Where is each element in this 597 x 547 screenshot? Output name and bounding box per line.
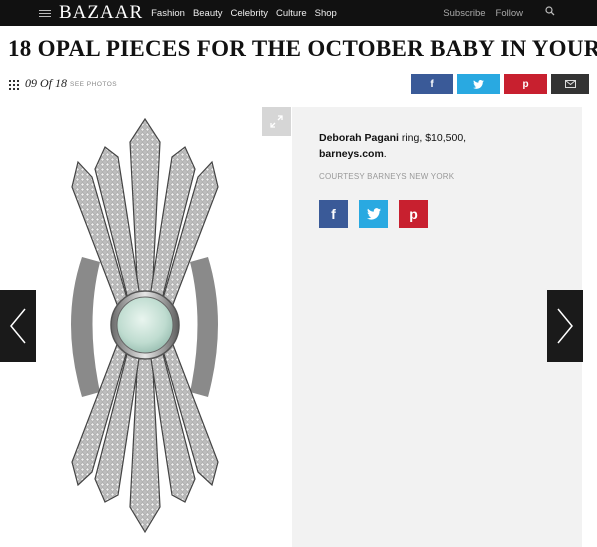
chevron-right-icon <box>557 308 573 344</box>
previous-slide-button[interactable] <box>0 290 36 362</box>
pinterest-icon: p <box>409 206 418 222</box>
hamburger-menu-icon[interactable] <box>39 9 51 17</box>
follow-link[interactable]: Follow <box>496 8 523 19</box>
email-share-button[interactable] <box>551 74 589 94</box>
twitter-share-button[interactable] <box>457 74 500 94</box>
nav-item-beauty[interactable]: Beauty <box>193 8 223 19</box>
nav-links: Fashion Beauty Celebrity Culture Shop <box>151 8 337 19</box>
subscribe-link[interactable]: Subscribe <box>443 8 485 19</box>
envelope-icon <box>564 80 576 88</box>
nav-item-celebrity[interactable]: Celebrity <box>231 8 269 19</box>
pinterest-share-button[interactable]: p <box>504 74 547 94</box>
top-nav: BAZAAR Fashion Beauty Celebrity Culture … <box>0 0 597 26</box>
retailer-link[interactable]: barneys.com <box>319 148 384 160</box>
fullscreen-button[interactable] <box>262 107 291 136</box>
gallery-image <box>0 107 291 547</box>
bazaar-logo[interactable]: BAZAAR <box>59 0 143 26</box>
caption-facebook-button[interactable]: f <box>319 200 348 228</box>
twitter-icon <box>366 208 381 220</box>
share-bar: f p <box>411 74 589 94</box>
caption-twitter-button[interactable] <box>359 200 388 228</box>
photo-credit: COURTESY BARNEYS NEW YORK <box>319 172 455 181</box>
nav-item-fashion[interactable]: Fashion <box>151 8 185 19</box>
link-suffix: . <box>383 148 387 160</box>
nav-item-culture[interactable]: Culture <box>276 8 307 19</box>
article-headline: 18 OPAL PIECES FOR THE OCTOBER BABY IN Y… <box>8 36 597 61</box>
next-slide-button[interactable] <box>547 290 583 362</box>
search-icon[interactable] <box>545 6 559 20</box>
slide-counter: 09 Of 18 <box>25 76 67 90</box>
facebook-icon: f <box>331 206 336 222</box>
thumbnail-grid-icon[interactable] <box>9 80 19 90</box>
nav-right: Subscribe Follow <box>443 0 597 26</box>
page: BAZAAR Fashion Beauty Celebrity Culture … <box>0 0 597 547</box>
facebook-share-button[interactable]: f <box>411 74 453 94</box>
see-photos-link[interactable]: SEE PHOTOS <box>70 81 117 88</box>
facebook-icon: f <box>430 78 434 90</box>
caption-share-buttons: f p <box>319 200 428 228</box>
pinterest-icon: p <box>522 78 529 90</box>
caption-pinterest-button[interactable]: p <box>399 200 428 228</box>
chevron-left-icon <box>10 308 26 344</box>
nav-item-shop[interactable]: Shop <box>315 8 337 19</box>
twitter-icon <box>473 79 484 89</box>
opal-ring-image <box>71 117 219 534</box>
item-caption: Deborah Pagani ring, $10,500, barneys.com… <box>319 130 489 162</box>
expand-icon <box>270 115 283 128</box>
designer-name: Deborah Pagani <box>319 132 399 144</box>
item-details: ring, $10,500, <box>398 132 467 144</box>
